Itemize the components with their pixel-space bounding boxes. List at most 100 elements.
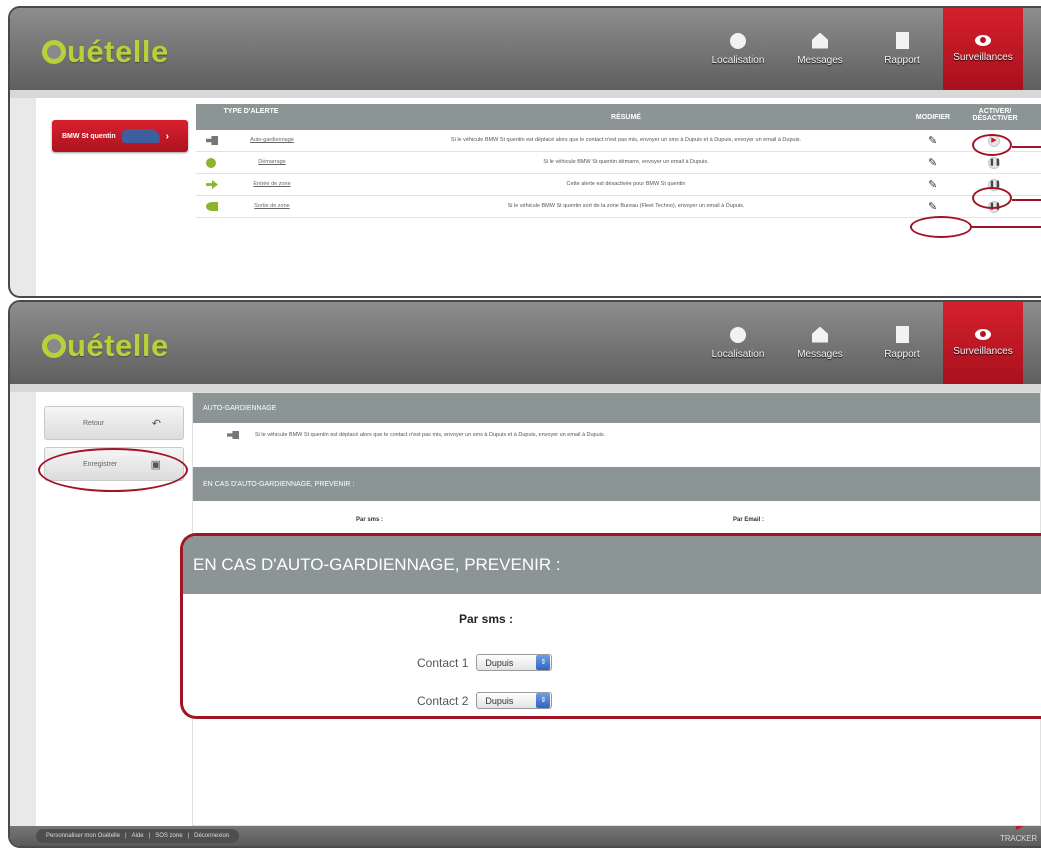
footer-links: Personnaliser mon Ouételle | Aide | SOS zo…	[36, 829, 240, 843]
nav-messages[interactable]: Messages	[779, 8, 861, 90]
nav-localisation[interactable]: Localisation	[697, 8, 779, 90]
globe-icon	[730, 326, 746, 343]
arrow-right-icon: ›	[165, 130, 169, 142]
highlight-circle	[972, 134, 1012, 156]
nav-localisation[interactable]: Localisation	[697, 302, 779, 384]
plus-circle-icon	[206, 158, 216, 168]
logo-o-icon	[42, 334, 66, 358]
alert-summary: Si le véhicule BMW St quentin démarre, e…	[543, 159, 709, 165]
app-logo[interactable]: uételle	[42, 34, 169, 70]
select-value: Dupuis	[485, 695, 514, 706]
sub-header	[10, 384, 1041, 392]
zoom-by-sms-label: Par sms :	[459, 612, 514, 626]
alert-summary: Si le véhicule BMW St quentin est déplac…	[450, 137, 802, 143]
highlight-circle	[38, 448, 188, 492]
nav-surveillances[interactable]: Surveillances	[943, 8, 1023, 90]
vehicle-label: BMW St quentin	[62, 132, 116, 140]
back-button[interactable]: Retour ↶	[44, 406, 184, 440]
alert-name-link[interactable]: Auto-gardiennage	[222, 137, 322, 143]
key-icon	[227, 431, 239, 439]
alert-name-link[interactable]: Sortie de zone	[222, 203, 322, 209]
header-type: TYPE D'ALERTE	[223, 108, 279, 115]
by-email-label: Par Email :	[733, 517, 765, 523]
header-edit: MODIFIER	[915, 114, 951, 121]
zone-exit-icon	[206, 202, 218, 211]
footer-link-aide[interactable]: Aide	[132, 833, 144, 839]
edit-pencil-icon[interactable]: ✎	[928, 178, 937, 191]
screenshot-alerts-list: uételle Localisation Messages Rapport Su…	[8, 6, 1041, 298]
edit-pencil-icon[interactable]: ✎	[928, 134, 937, 147]
select-value: Dupuis	[485, 657, 514, 668]
prevent-title: EN CAS D'AUTO-GARDIENNAGE, PREVENIR :	[193, 467, 1040, 501]
alerts-table: TYPE D'ALERTE RÉSUMÉ MODIFIER ACTIVER/ D…	[196, 104, 1041, 218]
sub-header	[10, 90, 1041, 98]
main-nav: Localisation Messages Rapport Surveillan…	[697, 8, 1041, 90]
document-icon	[895, 326, 909, 343]
zoomed-prevent-section: EN CAS D'AUTO-GARDIENNAGE, PREVENIR : Pa…	[180, 533, 1041, 719]
zone-enter-icon	[206, 180, 218, 189]
undo-icon: ↶	[151, 417, 161, 430]
nav-label: Messages	[797, 54, 843, 66]
key-icon	[206, 136, 218, 145]
house-icon	[812, 326, 828, 343]
select-arrows-icon: ⇕	[536, 655, 551, 670]
contact-row: Contact 1 Dupuis ⇕	[417, 654, 553, 671]
zoom-prevent-title: EN CAS D'AUTO-GARDIENNAGE, PREVENIR :	[183, 536, 1041, 594]
edit-pencil-icon[interactable]: ✎	[928, 156, 937, 169]
nav-label: Messages	[797, 348, 843, 360]
contact-1-select[interactable]: Dupuis ⇕	[476, 654, 553, 671]
description-text: Si le véhicule BMW St quentin est déplac…	[255, 432, 606, 438]
contact-row: Contact 2 Dupuis ⇕	[417, 692, 553, 709]
footer-link-sos-zone[interactable]: SOS zone	[155, 833, 182, 839]
app-logo[interactable]: uételle	[42, 328, 169, 364]
contact-label: Contact 2	[417, 693, 469, 708]
logo-text: uételle	[67, 328, 169, 363]
logo-text: uételle	[67, 34, 169, 69]
table-row: Auto-gardiennage Si le véhicule BMW St q…	[196, 130, 1041, 152]
nav-label: Localisation	[711, 348, 765, 360]
eye-icon	[975, 329, 991, 340]
highlight-circle	[910, 216, 972, 238]
pause-icon[interactable]: ❚❚	[988, 157, 1001, 169]
nav-surveillances[interactable]: Surveillances	[943, 302, 1023, 384]
main-nav: Localisation Messages Rapport Surveillan…	[697, 302, 1041, 384]
vehicle-selector-button[interactable]: BMW St quentin ›	[52, 120, 188, 152]
contact-2-select[interactable]: Dupuis ⇕	[476, 692, 553, 709]
alert-summary: Si le véhicule BMW St quentin sort de la…	[507, 203, 745, 209]
header-summary: RÉSUMÉ	[611, 114, 641, 121]
table-row: Sortie de zone Si le véhicule BMW St que…	[196, 196, 1041, 218]
logo-o-icon	[42, 40, 66, 64]
table-row: Démarrage Si le véhicule BMW St quentin …	[196, 152, 1041, 174]
globe-icon	[730, 32, 746, 49]
nav-rapport[interactable]: Rapport	[861, 8, 943, 90]
back-label: Retour	[83, 419, 105, 427]
nav-label: Rapport	[884, 55, 920, 66]
alert-name-link[interactable]: Démarrage	[222, 159, 322, 165]
alert-name-link[interactable]: Entrée de zone	[222, 181, 322, 187]
section-title: AUTO-GARDIENNAGE	[193, 393, 1040, 423]
nav-label: Surveillances	[953, 346, 1013, 357]
eye-icon	[975, 35, 991, 46]
header-toggle: ACTIVER/ DÉSACTIVER	[972, 108, 1018, 122]
highlight-pointer	[1012, 199, 1041, 201]
by-sms-label: Par sms :	[356, 517, 384, 523]
separator: |	[125, 833, 127, 839]
alert-description: Si le véhicule BMW St quentin est déplac…	[227, 431, 605, 439]
footer-link-deconnexion[interactable]: Déconnexion	[194, 833, 229, 839]
nav-label: Surveillances	[953, 52, 1013, 63]
table-row: Entrée de zone Cette alerte est désactiv…	[196, 174, 1041, 196]
highlight-circle	[972, 187, 1012, 209]
separator: |	[187, 833, 190, 839]
app-footer: Personnaliser mon Ouételle | Aide | SOS zo…	[10, 826, 1041, 846]
brand-logo: TRACKER	[1000, 834, 1037, 843]
separator: |	[148, 833, 151, 839]
car-icon	[121, 129, 160, 143]
table-header: TYPE D'ALERTE RÉSUMÉ MODIFIER ACTIVER/ D…	[196, 104, 1041, 130]
nav-messages[interactable]: Messages	[779, 302, 861, 384]
nav-label: Rapport	[884, 349, 920, 360]
footer-link-personnaliser[interactable]: Personnaliser mon Ouételle	[46, 833, 120, 839]
highlight-pointer	[1012, 146, 1041, 148]
house-icon	[812, 32, 828, 49]
edit-pencil-icon[interactable]: ✎	[928, 200, 937, 213]
nav-rapport[interactable]: Rapport	[861, 302, 943, 384]
